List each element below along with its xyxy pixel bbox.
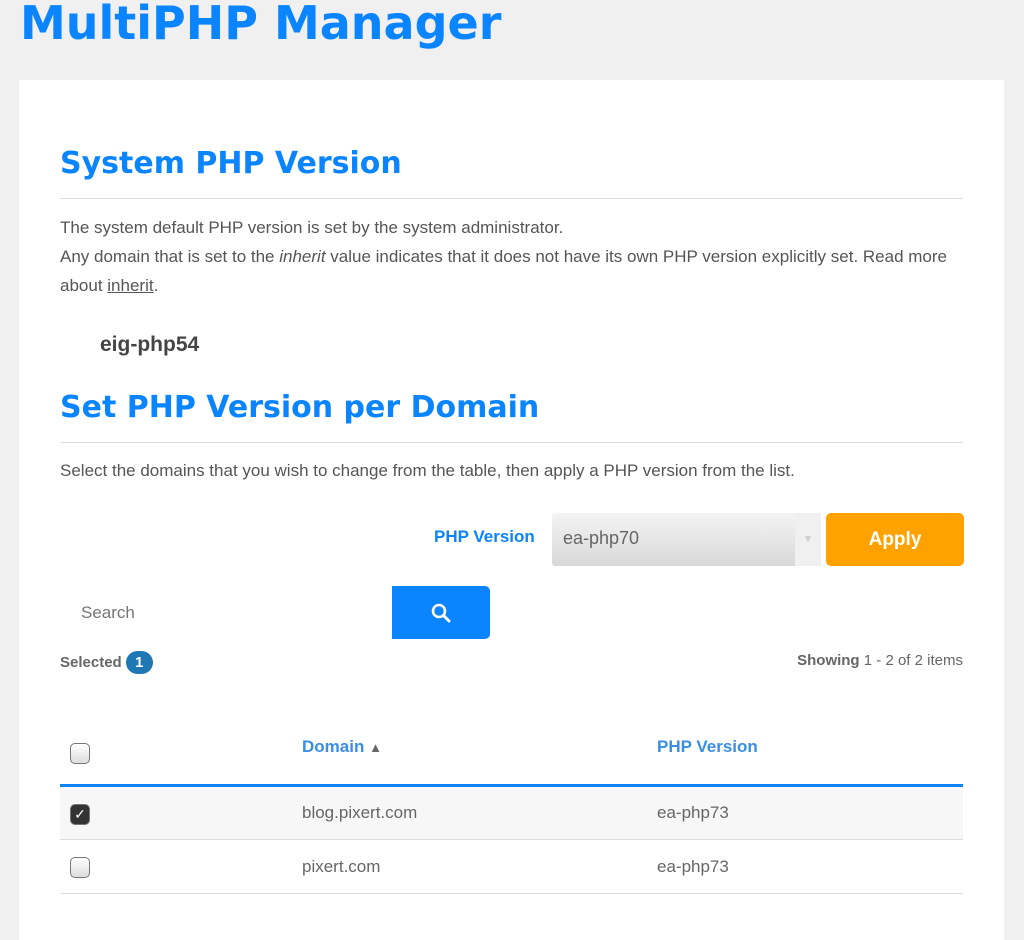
domain-cell: pixert.com [302,857,381,876]
search-input[interactable] [60,586,392,639]
search-button[interactable] [392,586,490,639]
showing-range: 1 - 2 of 2 items [863,652,963,669]
system-php-version: eig-php54 [100,333,200,356]
selected-version: ea-php70 [563,528,640,548]
description-text: Any domain that is set to the [60,247,280,266]
table-row[interactable]: pixert.com ea-php73 [60,841,963,894]
inherit-emphasis: inherit [279,247,326,266]
version-cell: ea-php73 [657,803,729,822]
php-version-label: PHP Version [434,527,535,546]
row-checkbox[interactable] [70,857,90,878]
main-card: System PHP Version The system default PH… [19,80,1004,940]
pagination-summary: Showing 1 - 2 of 2 items [797,652,963,669]
sort-asc-icon: ▲ [369,740,382,755]
showing-label: Showing [797,652,860,669]
system-php-heading: System PHP Version [60,146,402,181]
divider [60,198,963,199]
per-domain-description: Select the domains that you wish to chan… [60,461,795,480]
column-label: Domain [302,737,365,756]
selected-count: Selected 1 [60,651,153,674]
php-version-select[interactable]: ea-php70 ▼ [552,513,821,566]
version-cell: ea-php73 [657,857,729,876]
select-all-checkbox[interactable] [70,743,90,764]
chevron-down-icon: ▼ [795,513,821,566]
row-checkbox[interactable]: ✓ [70,804,90,825]
per-domain-heading: Set PHP Version per Domain [60,390,540,425]
system-description: The system default PHP version is set by… [60,213,960,300]
column-php-version[interactable]: PHP Version [657,737,758,757]
description-text: . [153,276,159,295]
divider [60,442,963,443]
table-row[interactable]: ✓ blog.pixert.com ea-php73 [60,787,963,840]
apply-button[interactable]: Apply [826,513,964,566]
column-domain[interactable]: Domain ▲ [302,737,382,757]
domain-cell: blog.pixert.com [302,803,418,822]
inherit-link[interactable]: inherit [107,276,153,295]
search-icon [431,603,451,622]
description-line: The system default PHP version is set by… [60,218,564,237]
selected-badge: 1 [125,651,153,674]
app-title: MultiPHP Manager [20,0,502,50]
selected-label: Selected [60,654,122,671]
